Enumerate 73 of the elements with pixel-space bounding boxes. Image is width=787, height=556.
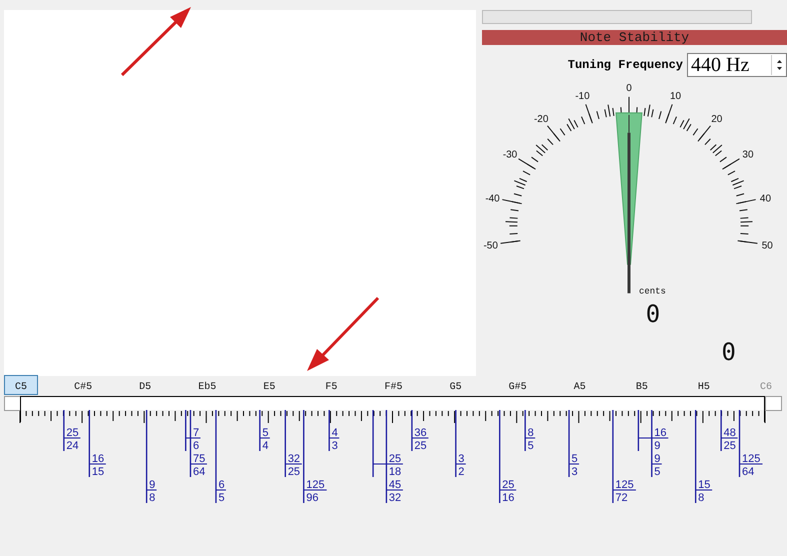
ratio-line [651, 410, 652, 477]
spin-down-icon[interactable] [774, 65, 784, 72]
ratio-line [638, 410, 640, 451]
note-button[interactable]: D5 [139, 382, 152, 393]
ratio-line [88, 410, 90, 477]
ratio-fraction: 75 64 [190, 453, 208, 478]
note-button[interactable]: C#5 [74, 382, 92, 393]
secondary-readout: 0 [721, 338, 736, 366]
ratio-fraction: 25 16 [499, 479, 517, 504]
ratio-fraction: 3 2 [455, 453, 466, 478]
scale-label: -30 [502, 150, 518, 161]
scale-label: 40 [760, 193, 771, 204]
annotation-arrow [120, 7, 191, 76]
scale-label: 10 [670, 90, 682, 102]
ratio-fraction: 6 5 [215, 479, 226, 504]
ratio-fraction: 48 25 [720, 427, 738, 452]
tuning-frequency-label: Tuning Frequency [568, 58, 683, 72]
ratio-fraction: 36 25 [411, 427, 429, 452]
ratio-fraction: 5 4 [259, 427, 270, 452]
scale-label: 0 [626, 82, 632, 94]
scale-label: -20 [534, 114, 548, 126]
note-button[interactable]: G5 [450, 382, 462, 393]
ruler-end-cap [765, 396, 782, 411]
note-button[interactable]: Eb5 [198, 382, 216, 393]
ratio-line [284, 410, 286, 477]
ratio-line [411, 410, 413, 451]
ratio-fraction: 7 6 [185, 427, 201, 452]
ratio-fraction: 4 3 [328, 427, 340, 452]
ruler-end-cap [4, 396, 21, 411]
ratio-fraction: 25 24 [63, 427, 81, 452]
ratio-fraction: 32 25 [284, 453, 302, 478]
scale-label: -10 [575, 90, 590, 102]
note-button[interactable]: G#5 [508, 382, 527, 393]
note-button[interactable]: H5 [698, 382, 710, 393]
ratio-line [720, 410, 722, 451]
ratio-line [63, 410, 65, 451]
ratio-line [190, 410, 192, 477]
ratio-fraction: 9 8 [146, 479, 158, 504]
ratio-line [259, 410, 260, 451]
note-button[interactable]: F5 [325, 382, 338, 393]
scale-label: 30 [742, 150, 754, 161]
ratio-line [372, 410, 374, 477]
ratio-line [328, 410, 330, 451]
note-button[interactable]: A5 [574, 382, 586, 393]
ratio-fraction: 45 32 [386, 479, 404, 504]
ratio-fraction: 25 18 [372, 453, 404, 478]
ratio-fraction: 125 72 [612, 479, 636, 504]
tuning-frequency-spinbox[interactable]: 440 Hz [687, 53, 787, 77]
ratio-fraction: 9 5 [651, 453, 662, 478]
ratio-line [738, 410, 740, 477]
ratio-fraction: 8 5 [524, 427, 536, 452]
note-button[interactable]: C5 [4, 375, 38, 395]
cents-readout: 0 [646, 300, 660, 328]
scale-label: 20 [711, 114, 722, 126]
ratio-line [568, 410, 570, 477]
note-stability-header: Note Stability [482, 30, 787, 45]
ratio-fraction: 15 8 [695, 479, 713, 504]
ratio-line [524, 410, 526, 451]
ratio-fraction: 16 9 [638, 427, 669, 452]
scale-label: -40 [485, 193, 500, 204]
note-button[interactable]: B5 [636, 382, 648, 393]
cents-label: cents [638, 286, 666, 296]
ratio-fraction: 5 3 [568, 453, 580, 478]
spin-up-icon[interactable] [774, 58, 784, 65]
note-button[interactable]: E5 [263, 382, 276, 393]
note-button[interactable]: F#5 [384, 382, 402, 393]
ratio-fraction: 16 15 [88, 453, 106, 478]
scale-label: -50 [483, 240, 498, 252]
ratio-line [455, 410, 456, 477]
ratio-fraction: 125 96 [303, 479, 328, 504]
ratio-fraction: 125 64 [739, 453, 763, 478]
scale-label: 50 [762, 240, 773, 252]
ratio-line [185, 410, 186, 451]
